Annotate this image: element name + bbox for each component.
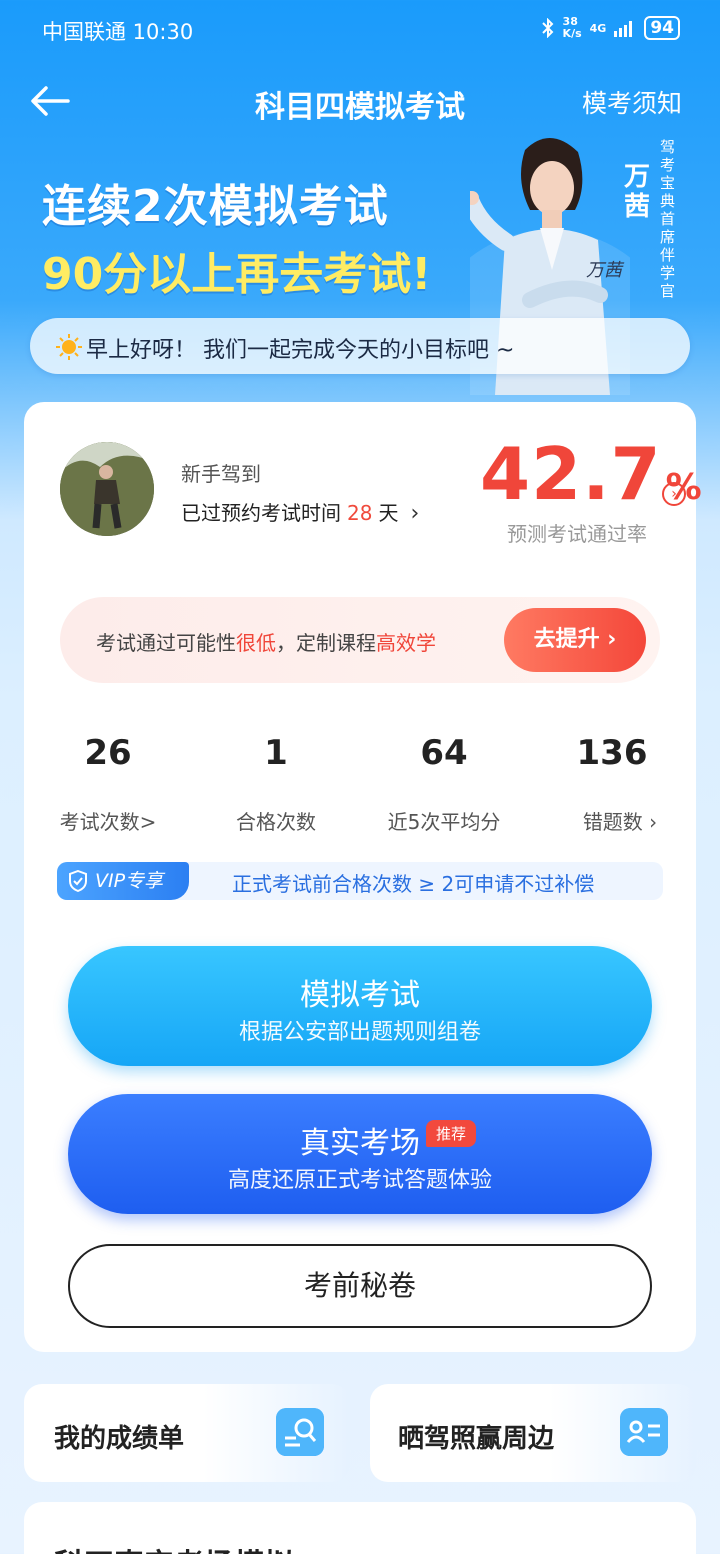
share-license-label: 晒驾照赢周边 bbox=[398, 1424, 555, 1454]
coach-title: 驾考宝典首席伴学官 bbox=[660, 138, 676, 300]
coach-signature: 万茜 bbox=[586, 260, 622, 281]
carrier-time: 中国联通 10:30 bbox=[42, 20, 194, 44]
signal-icon bbox=[614, 21, 633, 37]
exam-days-count: 28 bbox=[347, 501, 373, 525]
avatar-photo bbox=[60, 442, 154, 536]
exam-time-info[interactable]: 已过预约考试时间 28 天 › bbox=[181, 497, 419, 526]
avatar[interactable] bbox=[60, 442, 154, 536]
stat-wrong-count-label[interactable]: 错题数 › bbox=[540, 806, 700, 835]
report-search-icon bbox=[276, 1408, 324, 1456]
id-card-icon bbox=[620, 1408, 668, 1456]
coach-name: 万茜 bbox=[624, 162, 651, 222]
greeting-text: 早上好呀！ 我们一起完成今天的小目标吧 ~ bbox=[86, 338, 515, 363]
banner-headline: 连续2次模拟考试 bbox=[42, 181, 389, 232]
banner-subheadline: 90分以上再去考试! bbox=[42, 249, 432, 300]
net-speed: 38 K/s bbox=[562, 15, 582, 40]
score-report-label: 我的成绩单 bbox=[54, 1424, 185, 1454]
real-exam-section-title: 科四真实考场模拟 bbox=[54, 1540, 294, 1554]
mock-exam-subtitle: 根据公安部出题规则组卷 bbox=[238, 1020, 481, 1045]
real-exam-button[interactable]: 真实考场 推荐 高度还原正式考试答题体验 bbox=[68, 1094, 652, 1214]
stat-pass-count: 1 bbox=[264, 733, 288, 773]
pass-rate-label: 预测考试通过率 bbox=[507, 522, 647, 546]
secret-paper-button[interactable]: 考前秘卷 bbox=[68, 1244, 652, 1328]
stat-avg-score: 64 bbox=[420, 733, 468, 773]
exam-notice-link[interactable]: 模考须知 bbox=[582, 84, 682, 120]
bluetooth-icon bbox=[541, 18, 553, 38]
real-exam-subtitle: 高度还原正式考试答题体验 bbox=[227, 1168, 492, 1193]
mock-exam-title: 模拟考试 bbox=[300, 978, 420, 1013]
battery-icon: 94 bbox=[644, 16, 680, 40]
exam-days-unit: 天 bbox=[378, 501, 399, 525]
vip-text: 正式考试前合格次数 ≥ 2可申请不过补偿 bbox=[232, 872, 595, 896]
real-exam-title: 真实考场 bbox=[300, 1126, 420, 1161]
status-icons: 38 K/s 4G 94 bbox=[541, 16, 680, 40]
sun-icon bbox=[56, 334, 82, 360]
improve-tip-text: 考试通过可能性很低，定制课程高效学 bbox=[96, 631, 436, 655]
stat-avg-score-label: 近5次平均分 bbox=[387, 810, 501, 834]
stat-exam-count-label[interactable]: 考试次数> bbox=[28, 806, 188, 835]
chevron-right-icon: › bbox=[410, 501, 420, 526]
recommend-badge: 推荐 bbox=[426, 1120, 477, 1147]
shield-icon bbox=[69, 870, 87, 892]
stat-exam-count[interactable]: 26 bbox=[43, 733, 173, 773]
stat-pass-count-label: 合格次数 bbox=[236, 810, 316, 834]
network-type: 4G bbox=[589, 21, 607, 35]
stat-wrong-count[interactable]: 136 bbox=[547, 733, 677, 773]
mock-exam-button[interactable]: 模拟考试 根据公安部出题规则组卷 bbox=[68, 946, 652, 1066]
chevron-right-circle-icon[interactable]: › bbox=[662, 482, 686, 506]
exam-time-prefix: 已过预约考试时间 bbox=[181, 501, 341, 525]
status-bar: 中国联通 10:30 38 K/s 4G 94 bbox=[0, 0, 720, 60]
improve-button[interactable]: 去提升 › bbox=[504, 608, 646, 672]
user-level: 新手驾到 bbox=[181, 462, 261, 486]
